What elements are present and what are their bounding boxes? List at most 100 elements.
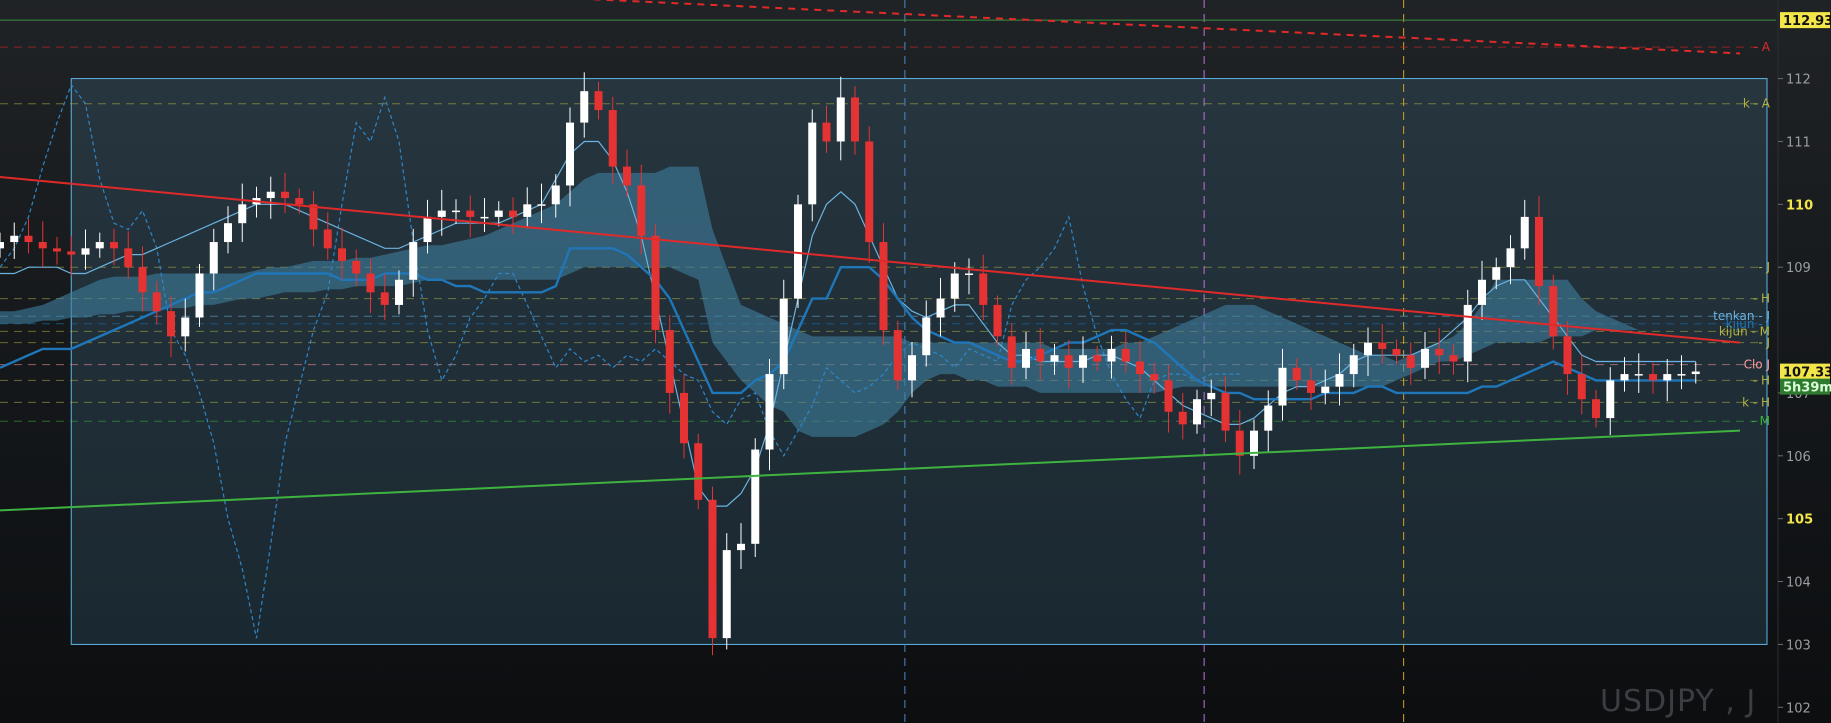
candle-body — [1649, 374, 1657, 381]
candle-body — [0, 242, 4, 249]
candle-body — [1478, 279, 1486, 305]
candle-body — [167, 311, 175, 337]
candle-body — [893, 330, 902, 381]
level-label: Clo J — [1744, 358, 1770, 372]
candle-body — [608, 110, 617, 167]
candle — [10, 222, 19, 260]
candle-body — [1292, 367, 1301, 381]
candle-body — [1549, 286, 1558, 337]
level-label: - J — [1758, 336, 1770, 350]
candle-body — [1577, 374, 1586, 400]
candle-body — [1506, 248, 1515, 268]
candle-body — [266, 191, 275, 199]
candle-body — [779, 298, 788, 375]
candle-body — [281, 191, 289, 199]
level-label: - H — [1753, 373, 1770, 387]
candle-body — [1634, 374, 1643, 376]
candle-body — [38, 242, 47, 249]
candle-body — [1663, 374, 1672, 381]
candle-body — [794, 204, 802, 299]
candle-body — [67, 251, 76, 255]
candle — [694, 433, 703, 510]
candle-body — [1050, 355, 1059, 362]
candle-body — [1592, 399, 1600, 419]
candle-body — [979, 273, 988, 305]
candle-body — [694, 443, 703, 500]
candle-body — [637, 185, 646, 236]
candle-body — [1264, 405, 1273, 431]
y-tick-label: 111 — [1786, 135, 1811, 150]
candle-body — [1492, 267, 1501, 280]
candle-body — [1620, 374, 1629, 381]
candle-body — [10, 235, 19, 243]
chart-area[interactable]: - Ak - A- J- Htenkan - Jkijun - Jkijun -… — [0, 0, 1831, 723]
candle — [0, 232, 4, 258]
candle-body — [1178, 411, 1187, 425]
candle-body — [181, 317, 190, 337]
candle-body — [509, 210, 517, 217]
candle-body — [936, 298, 945, 318]
candle-body — [908, 355, 916, 381]
candle-body — [722, 550, 731, 639]
candle — [651, 224, 660, 344]
candle-body — [1064, 355, 1073, 368]
candle-body — [110, 242, 118, 249]
candle — [708, 486, 717, 656]
candle-body — [124, 248, 133, 268]
y-tick-label: 106 — [1786, 450, 1811, 465]
level-label: - J — [1758, 260, 1770, 274]
candle-body — [708, 499, 717, 639]
price-tag-label: 107.339 — [1783, 366, 1831, 381]
y-tick-label: 104 — [1786, 576, 1811, 591]
candle-body — [1036, 348, 1045, 362]
candle-body — [879, 242, 888, 331]
candlestick-chart[interactable]: - Ak - A- J- Htenkan - Jkijun - Jkijun -… — [0, 0, 1831, 723]
candle-body — [1321, 386, 1330, 393]
candle-body — [865, 141, 874, 243]
candle-body — [494, 210, 503, 217]
candle-body — [665, 330, 674, 393]
candle-body — [993, 304, 1002, 337]
candle-body — [922, 317, 931, 356]
candle-body — [523, 204, 532, 217]
candle-body — [81, 248, 90, 255]
candle-body — [352, 260, 361, 274]
candle-body — [152, 292, 161, 312]
candle-body — [537, 204, 546, 206]
candle-body — [95, 242, 104, 249]
candle-body — [1093, 355, 1102, 362]
candle-body — [452, 210, 460, 213]
candle-body — [1193, 399, 1201, 425]
candle-body — [1278, 367, 1287, 406]
y-tick-label: 103 — [1786, 638, 1811, 653]
candle-body — [380, 292, 389, 305]
symbol-watermark: USDJPY , J — [1600, 684, 1757, 719]
level-label: - M — [1752, 414, 1771, 428]
level-label: - A — [1754, 40, 1771, 54]
price-tag-label: 5h39m — [1783, 381, 1831, 396]
candle-body — [651, 235, 660, 331]
candle-body — [765, 374, 774, 450]
candle-body — [1164, 380, 1173, 412]
candle-body — [1606, 380, 1615, 419]
red-dashed-trendline — [586, 0, 1741, 55]
candle-body — [580, 91, 589, 123]
candle-body — [1435, 348, 1444, 356]
candle-body — [1207, 392, 1216, 400]
candle-body — [1364, 342, 1372, 356]
level-label: - H — [1753, 292, 1770, 306]
candle-body — [480, 216, 489, 219]
candle-body — [1520, 216, 1529, 249]
y-tick-label: 110 — [1786, 198, 1813, 213]
candle-body — [1463, 304, 1472, 362]
candle-body — [851, 97, 859, 142]
candle-body — [466, 210, 475, 217]
level-label: k - H — [1742, 395, 1770, 409]
candle-body — [1307, 380, 1315, 393]
candle-body — [238, 204, 247, 224]
candle-body — [1392, 348, 1401, 356]
candle-body — [1677, 374, 1686, 376]
y-tick-label: 112 — [1786, 73, 1811, 88]
candle-body — [1221, 392, 1230, 431]
candle-body — [1022, 348, 1030, 368]
